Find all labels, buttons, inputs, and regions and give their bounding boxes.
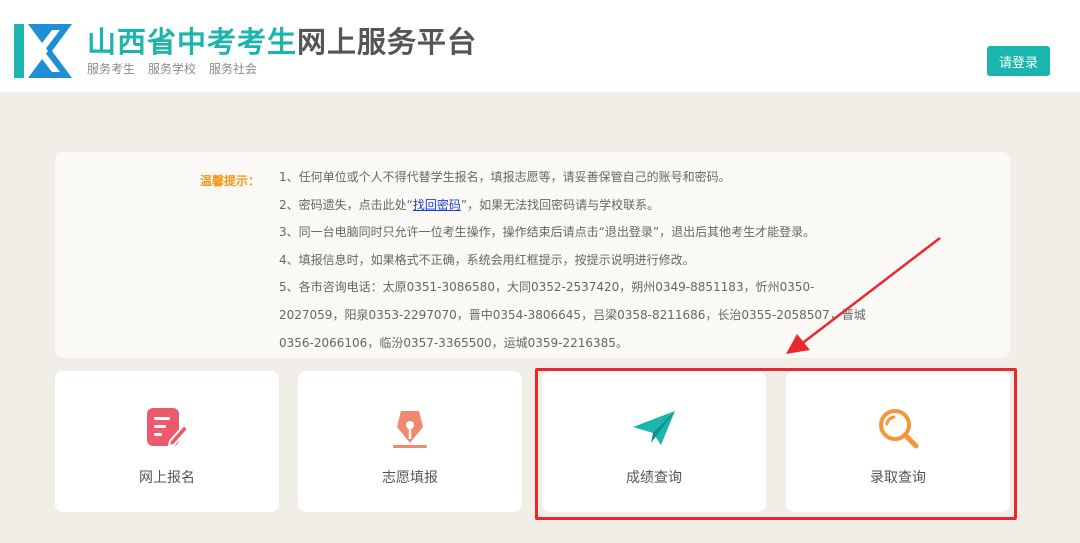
notice-label: 温馨提示： bbox=[200, 174, 261, 188]
site-title: 山西省中考考生网上服务平台 bbox=[87, 24, 477, 60]
login-button[interactable]: 请登录 bbox=[987, 46, 1050, 76]
site-title-rest: 网上服务平台 bbox=[297, 25, 478, 59]
card-label: 网上报名 bbox=[139, 470, 195, 486]
card-online-registration[interactable]: 网上报名 bbox=[55, 371, 279, 512]
paper-plane-icon bbox=[633, 411, 675, 445]
magnifier-icon bbox=[879, 409, 919, 449]
site-title-highlight: 山西省中考考生 bbox=[87, 25, 298, 59]
card-label: 录取查询 bbox=[870, 470, 926, 486]
notice-line-2-post: ”，如果无法找回密码请与学校联系。 bbox=[460, 197, 660, 212]
slogans: 服务考生 服务学校 服务社会 bbox=[87, 61, 270, 77]
card-admission-query[interactable]: 录取查询 bbox=[786, 371, 1010, 512]
slogan-society: 服务社会 bbox=[209, 62, 258, 76]
form-pen-icon bbox=[147, 408, 190, 448]
notice-line-1: 1、任何单位或个人不得代替学生报名，填报志愿等，请妥善保管自己的账号和密码。 bbox=[279, 170, 731, 184]
notice-lines: 1、任何单位或个人不得代替学生报名，填报志愿等，请妥善保管自己的账号和密码。 2… bbox=[279, 164, 866, 357]
slogan-schools: 服务学校 bbox=[148, 62, 197, 76]
notice-line-4: 4、填报信息时，如果格式不正确，系统会用红框提示，按提示说明进行修改。 bbox=[279, 252, 695, 267]
card-volunteer-application[interactable]: 志愿填报 bbox=[298, 371, 522, 512]
card-label: 成绩查询 bbox=[626, 470, 682, 486]
recover-password-link[interactable]: 找回密码 bbox=[413, 198, 461, 212]
notice-line-3: 3、同一台电脑同时只允许一位考生操作，操作结束后请点击“退出登录”，退出后其他考… bbox=[279, 225, 816, 240]
fountain-pen-icon bbox=[393, 411, 427, 448]
card-score-query[interactable]: 成绩查询 bbox=[542, 371, 766, 512]
card-label: 志愿填报 bbox=[382, 470, 438, 486]
notice-line-5b: 2027059，阳泉0353-2297070，晋中0354-3806645，吕梁… bbox=[279, 307, 866, 322]
notice-line-5a: 5、各市咨询电话：太原0351-3086580，大同0352-2537420，朔… bbox=[279, 280, 815, 295]
notice-line-5c: 0356-2066106，临汾0357-3365500，运城0359-22163… bbox=[279, 335, 628, 350]
notice-panel: 温馨提示： 1、任何单位或个人不得代替学生报名，填报志愿等，请妥善保管自己的账号… bbox=[55, 152, 1010, 358]
header: 山西省中考考生网上服务平台 服务考生 服务学校 服务社会 请登录 bbox=[0, 0, 1080, 92]
notice-line-2: 2、密码遗失，点击此处“找回密码”，如果无法找回密码请与学校联系。 bbox=[279, 192, 819, 220]
logo-icon bbox=[14, 24, 72, 78]
slogan-students: 服务考生 bbox=[87, 62, 136, 76]
notice-line-2-pre: 2、密码遗失，点击此处“ bbox=[279, 197, 413, 212]
